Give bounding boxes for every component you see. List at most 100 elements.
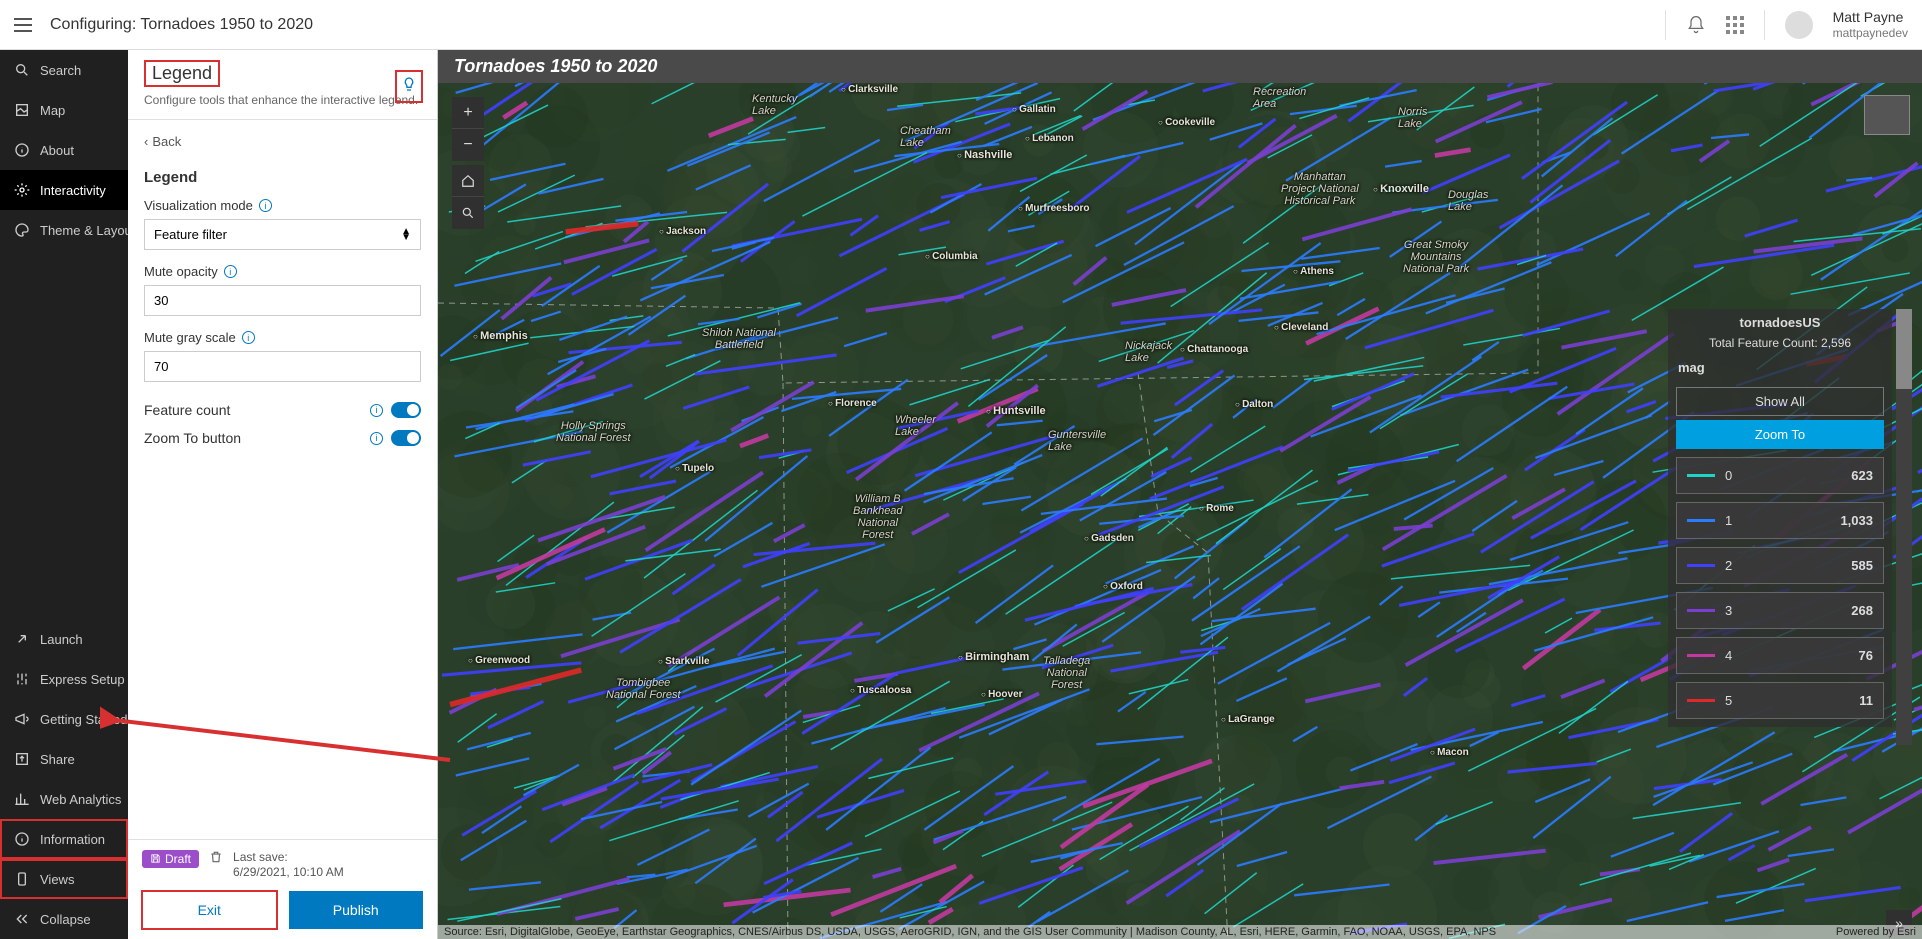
legend-item[interactable]: 0 623 (1676, 457, 1884, 494)
last-save: Last save: 6/29/2021, 10:10 AM (233, 850, 344, 881)
sidebar-item-getting-started[interactable]: Getting Started (0, 699, 128, 739)
legend-swatch (1687, 519, 1715, 522)
config-panel: Legend Configure tools that enhance the … (128, 50, 438, 939)
legend-count: 268 (1851, 603, 1873, 618)
info-icon[interactable]: i (259, 199, 272, 212)
mute-opacity-label: Mute opacity i (144, 264, 421, 279)
bell-icon[interactable] (1686, 15, 1706, 35)
home-icon (461, 174, 475, 188)
legend-count: 11 (1859, 693, 1873, 708)
legend-category: 4 (1715, 648, 1859, 663)
legend-category: 2 (1715, 558, 1851, 573)
legend-count: 1,033 (1840, 513, 1873, 528)
legend-swatch (1687, 564, 1715, 567)
back-button[interactable]: ‹ Back (144, 120, 421, 163)
legend-item[interactable]: 1 1,033 (1676, 502, 1884, 539)
info-icon[interactable]: i (370, 432, 383, 445)
info-icon[interactable]: i (370, 404, 383, 417)
info-icon[interactable]: i (224, 265, 237, 278)
sidebar-item-about[interactable]: About (0, 130, 128, 170)
basemap-toggle[interactable] (1864, 95, 1910, 135)
save-icon (150, 853, 161, 864)
tip-button[interactable] (395, 70, 423, 103)
legend-swatch (1687, 609, 1715, 612)
legend-swatch (1687, 654, 1715, 657)
sidebar-item-map[interactable]: Map (0, 90, 128, 130)
zoom-to-toggle[interactable] (391, 430, 421, 446)
avatar[interactable] (1785, 11, 1813, 39)
config-title: Legend (152, 63, 212, 84)
legend-category: 5 (1715, 693, 1859, 708)
legend-item[interactable]: 5 11 (1676, 682, 1884, 719)
chart-icon (14, 791, 30, 807)
sidebar-item-information[interactable]: Information (0, 819, 128, 859)
sidebar-item-search[interactable]: Search (0, 50, 128, 90)
megaphone-icon (14, 711, 30, 727)
home-button[interactable] (452, 165, 484, 197)
device-icon (14, 871, 30, 887)
user-info[interactable]: Matt Payne mattpaynedev (1833, 9, 1908, 40)
exit-button[interactable]: Exit (142, 891, 277, 929)
zoom-in-button[interactable]: + (452, 97, 484, 129)
mute-gray-input[interactable] (144, 351, 421, 382)
sidebar: Search Map About Interactivity Theme & L… (0, 50, 128, 939)
chevron-updown-icon: ▲▼ (401, 229, 411, 241)
map-title: Tornadoes 1950 to 2020 (438, 50, 1922, 83)
map-area: Tornadoes 1950 to 2020 Nashville Knoxvil… (438, 50, 1922, 939)
zoom-to-button[interactable]: Zoom To (1676, 420, 1884, 449)
config-subtitle: Configure tools that enhance the interac… (144, 93, 421, 107)
legend-category: 1 (1715, 513, 1840, 528)
legend-item[interactable]: 2 585 (1676, 547, 1884, 584)
legend-count: 623 (1851, 468, 1873, 483)
viz-mode-label: Visualization mode i (144, 198, 421, 213)
sidebar-item-theme[interactable]: Theme & Layout (0, 210, 128, 250)
legend-item[interactable]: 4 76 (1676, 637, 1884, 674)
publish-button[interactable]: Publish (289, 891, 424, 929)
sidebar-item-analytics[interactable]: Web Analytics (0, 779, 128, 819)
legend-count: 76 (1859, 648, 1873, 663)
sidebar-item-interactivity[interactable]: Interactivity (0, 170, 128, 210)
legend-total: Total Feature Count: 2,596 (1668, 336, 1892, 356)
search-map-button[interactable] (452, 197, 484, 229)
section-title: Legend (144, 169, 421, 186)
map-viewport[interactable]: Nashville Knoxville Memphis Jackson Colu… (438, 83, 1922, 939)
sliders-icon (14, 671, 30, 687)
sidebar-item-collapse[interactable]: Collapse (0, 899, 128, 939)
legend-layer: tornadoesUS (1668, 309, 1892, 336)
feature-count-label: Feature count (144, 402, 230, 418)
sidebar-item-share[interactable]: Share (0, 739, 128, 779)
collapse-icon (14, 911, 30, 927)
legend-swatch (1687, 699, 1715, 702)
sidebar-item-launch[interactable]: Launch (0, 619, 128, 659)
legend-category: 0 (1715, 468, 1851, 483)
show-all-button[interactable]: Show All (1676, 387, 1884, 416)
hamburger-icon[interactable] (14, 18, 32, 32)
apps-icon[interactable] (1726, 16, 1744, 34)
legend-count: 585 (1851, 558, 1873, 573)
sidebar-item-express[interactable]: Express Setup (0, 659, 128, 699)
legend-item[interactable]: 3 268 (1676, 592, 1884, 629)
viz-mode-select[interactable]: Feature filter ▲▼ (144, 219, 421, 250)
app-header: Configuring: Tornadoes 1950 to 2020 Matt… (0, 0, 1922, 50)
info-icon (14, 831, 30, 847)
legend-field: mag (1668, 356, 1892, 383)
trash-icon[interactable] (209, 850, 223, 864)
sidebar-item-views[interactable]: Views (0, 859, 128, 899)
info-icon (14, 142, 30, 158)
search-icon (14, 62, 30, 78)
mute-opacity-input[interactable] (144, 285, 421, 316)
share-icon (14, 751, 30, 767)
launch-icon (14, 631, 30, 647)
zoom-to-label: Zoom To button (144, 430, 241, 446)
legend-category: 3 (1715, 603, 1851, 618)
palette-icon (14, 222, 30, 238)
map-icon (14, 102, 30, 118)
search-icon (461, 206, 475, 220)
feature-count-toggle[interactable] (391, 402, 421, 418)
legend-scrollbar[interactable] (1896, 309, 1912, 745)
page-title: Configuring: Tornadoes 1950 to 2020 (50, 16, 313, 34)
zoom-out-button[interactable]: − (452, 129, 484, 161)
legend-swatch (1687, 474, 1715, 477)
info-icon[interactable]: i (242, 331, 255, 344)
zoom-tools: + − (452, 97, 484, 161)
